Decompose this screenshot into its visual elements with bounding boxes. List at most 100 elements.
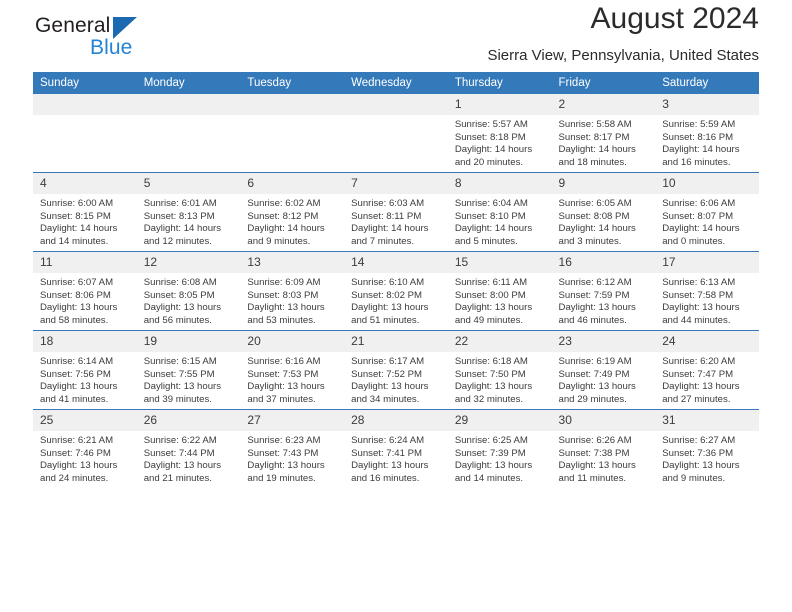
calendar-day-cell[interactable]: 9 Sunrise: 6:05 AM Sunset: 8:08 PM Dayli…	[551, 172, 656, 252]
weekday-header-thursday: Thursday	[447, 72, 552, 94]
daylight-text-line1: Daylight: 13 hours	[351, 381, 429, 393]
sunset-text: Sunset: 8:03 PM	[247, 289, 319, 301]
calendar-week-row: 11 Sunrise: 6:07 AM Sunset: 8:06 PM Dayl…	[33, 251, 759, 331]
day-details: Sunrise: 6:12 AM Sunset: 7:59 PM Dayligh…	[552, 273, 656, 327]
calendar-day-cell[interactable]: 31 Sunrise: 6:27 AM Sunset: 7:36 PM Dayl…	[655, 409, 759, 488]
day-details: Sunrise: 6:14 AM Sunset: 7:56 PM Dayligh…	[33, 352, 137, 406]
day-details: Sunrise: 6:26 AM Sunset: 7:38 PM Dayligh…	[552, 431, 656, 485]
sunset-text: Sunset: 7:52 PM	[351, 368, 423, 380]
calendar-day-cell[interactable]: 20 Sunrise: 6:16 AM Sunset: 7:53 PM Dayl…	[240, 330, 345, 410]
calendar-day-cell[interactable]: 10 Sunrise: 6:06 AM Sunset: 8:07 PM Dayl…	[655, 172, 759, 252]
sunrise-text: Sunrise: 5:58 AM	[558, 119, 632, 130]
calendar-day-cell[interactable]: 1 Sunrise: 5:57 AM Sunset: 8:18 PM Dayli…	[447, 94, 552, 173]
weekday-header-tuesday: Tuesday	[240, 72, 345, 94]
calendar-day-cell[interactable]: 19 Sunrise: 6:15 AM Sunset: 7:55 PM Dayl…	[136, 330, 241, 410]
day-number: 1	[447, 94, 552, 115]
sunset-text: Sunset: 7:46 PM	[40, 447, 111, 459]
daylight-text-line2: and 41 minutes.	[40, 393, 109, 405]
sunset-text: Sunset: 8:07 PM	[662, 210, 734, 222]
daylight-text-line2: and 27 minutes.	[662, 393, 731, 405]
calendar-day-cell[interactable]: 2 Sunrise: 5:58 AM Sunset: 8:17 PM Dayli…	[551, 94, 656, 173]
daylight-text-line2: and 16 minutes.	[351, 472, 420, 484]
sunset-text: Sunset: 8:08 PM	[558, 210, 630, 222]
calendar-day-cell[interactable]: 16 Sunrise: 6:12 AM Sunset: 7:59 PM Dayl…	[551, 251, 656, 331]
sunset-text: Sunset: 7:50 PM	[454, 368, 526, 380]
day-details	[240, 115, 344, 119]
calendar-day-cell[interactable]: 26 Sunrise: 6:22 AM Sunset: 7:44 PM Dayl…	[136, 409, 241, 488]
calendar-day-cell[interactable]: 28 Sunrise: 6:24 AM Sunset: 7:41 PM Dayl…	[344, 409, 448, 488]
calendar-day-cell[interactable]: 25 Sunrise: 6:21 AM Sunset: 7:46 PM Dayl…	[33, 409, 137, 488]
daylight-text-line2: and 24 minutes.	[40, 472, 109, 484]
day-details: Sunrise: 6:24 AM Sunset: 7:41 PM Dayligh…	[344, 431, 448, 485]
calendar-day-cell[interactable]: 11 Sunrise: 6:07 AM Sunset: 8:06 PM Dayl…	[33, 251, 137, 331]
calendar-day-cell[interactable]: 13 Sunrise: 6:09 AM Sunset: 8:03 PM Dayl…	[240, 251, 345, 331]
logo-text-blue: Blue	[90, 36, 133, 59]
daylight-text-line1: Daylight: 13 hours	[662, 460, 740, 472]
daylight-text-line2: and 9 minutes.	[662, 472, 726, 484]
sunrise-text: Sunrise: 6:09 AM	[247, 277, 321, 288]
day-details: Sunrise: 6:19 AM Sunset: 7:49 PM Dayligh…	[552, 352, 656, 406]
calendar-day-cell[interactable]: 6 Sunrise: 6:02 AM Sunset: 8:12 PM Dayli…	[240, 172, 345, 252]
calendar-day-cell[interactable]: 24 Sunrise: 6:20 AM Sunset: 7:47 PM Dayl…	[655, 330, 759, 410]
sunrise-text: Sunrise: 6:11 AM	[454, 277, 528, 288]
calendar-day-cell[interactable]: 21 Sunrise: 6:17 AM Sunset: 7:52 PM Dayl…	[344, 330, 448, 410]
calendar-day-cell[interactable]: 4 Sunrise: 6:00 AM Sunset: 8:15 PM Dayli…	[33, 172, 137, 252]
sunset-text: Sunset: 8:18 PM	[454, 131, 526, 143]
sunrise-text: Sunrise: 6:00 AM	[40, 198, 114, 209]
daylight-text-line1: Daylight: 13 hours	[662, 381, 740, 393]
sunset-text: Sunset: 8:15 PM	[40, 210, 111, 222]
general-blue-logo[interactable]: General Blue	[33, 14, 263, 68]
calendar-day-cell[interactable]: 3 Sunrise: 5:59 AM Sunset: 8:16 PM Dayli…	[655, 94, 759, 173]
daylight-text-line1: Daylight: 14 hours	[143, 223, 222, 235]
calendar-day-cell[interactable]: 15 Sunrise: 6:11 AM Sunset: 8:00 PM Dayl…	[447, 251, 552, 331]
daylight-text-line1: Daylight: 13 hours	[351, 460, 429, 472]
daylight-text-line2: and 5 minutes.	[454, 235, 518, 247]
daylight-text-line1: Daylight: 13 hours	[247, 302, 325, 314]
daylight-text-line1: Daylight: 13 hours	[454, 302, 533, 314]
calendar-day-cell[interactable]: 17 Sunrise: 6:13 AM Sunset: 7:58 PM Dayl…	[655, 251, 759, 331]
calendar-day-cell[interactable]: 8 Sunrise: 6:04 AM Sunset: 8:10 PM Dayli…	[447, 172, 552, 252]
daylight-text-line2: and 46 minutes.	[558, 314, 627, 326]
calendar-day-cell[interactable]: 22 Sunrise: 6:18 AM Sunset: 7:50 PM Dayl…	[447, 330, 552, 410]
daylight-text-line1: Daylight: 13 hours	[454, 460, 533, 472]
calendar-day-cell[interactable]: 23 Sunrise: 6:19 AM Sunset: 7:49 PM Dayl…	[551, 330, 656, 410]
day-number: 29	[447, 410, 552, 431]
sunset-text: Sunset: 8:11 PM	[351, 210, 422, 222]
sunset-text: Sunset: 8:12 PM	[247, 210, 319, 222]
calendar-day-cell[interactable]	[136, 94, 241, 173]
day-details: Sunrise: 6:10 AM Sunset: 8:02 PM Dayligh…	[344, 273, 448, 327]
sunrise-text: Sunrise: 6:14 AM	[40, 356, 114, 367]
calendar-day-cell[interactable]: 7 Sunrise: 6:03 AM Sunset: 8:11 PM Dayli…	[344, 172, 448, 252]
daylight-text-line1: Daylight: 13 hours	[247, 460, 325, 472]
daylight-text-line2: and 44 minutes.	[662, 314, 731, 326]
sunset-text: Sunset: 7:53 PM	[247, 368, 319, 380]
daylight-text-line1: Daylight: 14 hours	[454, 144, 533, 156]
calendar-day-cell[interactable]	[240, 94, 345, 173]
day-details: Sunrise: 6:07 AM Sunset: 8:06 PM Dayligh…	[33, 273, 137, 327]
logo-text-general: General	[35, 14, 111, 37]
sunrise-text: Sunrise: 6:27 AM	[662, 435, 736, 446]
day-number: 26	[136, 410, 241, 431]
day-number: 23	[551, 331, 656, 352]
daylight-text-line2: and 53 minutes.	[247, 314, 316, 326]
calendar-day-cell[interactable]: 5 Sunrise: 6:01 AM Sunset: 8:13 PM Dayli…	[136, 172, 241, 252]
calendar-day-cell[interactable]	[344, 94, 448, 173]
sunset-text: Sunset: 7:44 PM	[143, 447, 215, 459]
calendar-day-cell[interactable]: 29 Sunrise: 6:25 AM Sunset: 7:39 PM Dayl…	[447, 409, 552, 488]
calendar-day-cell[interactable]: 30 Sunrise: 6:26 AM Sunset: 7:38 PM Dayl…	[551, 409, 656, 488]
sunset-text: Sunset: 7:43 PM	[247, 447, 319, 459]
day-details: Sunrise: 6:17 AM Sunset: 7:52 PM Dayligh…	[344, 352, 448, 406]
daylight-text-line1: Daylight: 13 hours	[351, 302, 429, 314]
sunset-text: Sunset: 7:36 PM	[662, 447, 734, 459]
calendar-day-cell[interactable]: 14 Sunrise: 6:10 AM Sunset: 8:02 PM Dayl…	[344, 251, 448, 331]
page-subtitle-location: Sierra View, Pennsylvania, United States	[487, 47, 759, 64]
calendar-day-cell[interactable]: 27 Sunrise: 6:23 AM Sunset: 7:43 PM Dayl…	[240, 409, 345, 488]
day-details: Sunrise: 6:21 AM Sunset: 7:46 PM Dayligh…	[33, 431, 137, 485]
calendar-day-cell[interactable]: 18 Sunrise: 6:14 AM Sunset: 7:56 PM Dayl…	[33, 330, 137, 410]
daylight-text-line1: Daylight: 14 hours	[454, 223, 533, 235]
sunset-text: Sunset: 7:49 PM	[558, 368, 630, 380]
sunrise-text: Sunrise: 6:12 AM	[558, 277, 632, 288]
day-details	[137, 115, 241, 119]
calendar-day-cell[interactable]	[33, 94, 137, 173]
calendar-day-cell[interactable]: 12 Sunrise: 6:08 AM Sunset: 8:05 PM Dayl…	[136, 251, 241, 331]
